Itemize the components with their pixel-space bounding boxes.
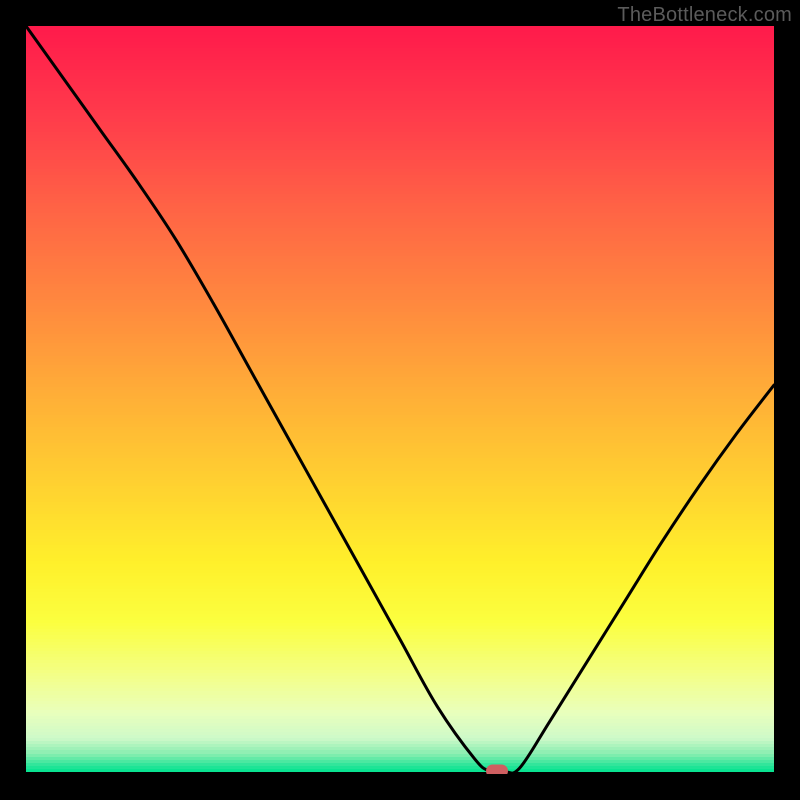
chart-frame: TheBottleneck.com xyxy=(0,0,800,800)
optimum-marker xyxy=(486,765,508,775)
plot-area xyxy=(26,26,774,774)
bottleneck-curve-path xyxy=(26,26,774,773)
watermark-text: TheBottleneck.com xyxy=(617,4,792,27)
bottleneck-curve xyxy=(26,26,774,774)
